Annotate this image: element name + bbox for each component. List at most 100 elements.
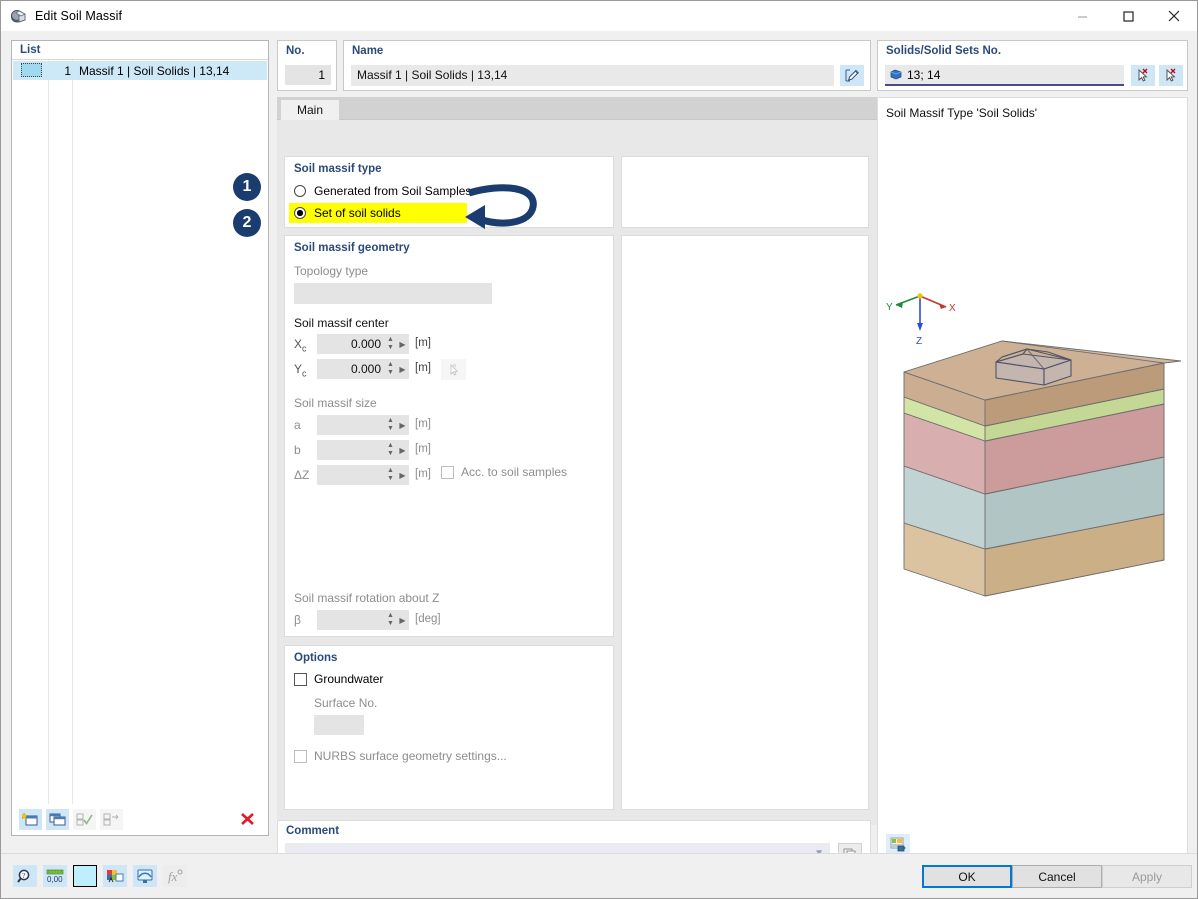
svg-text:?: ?: [22, 872, 25, 880]
color-button[interactable]: [73, 865, 97, 887]
comment-label: Comment: [286, 825, 340, 837]
yc-input[interactable]: 0.000 ▲ ▼ ▶: [317, 359, 409, 379]
radio-label: Generated from Soil Samples: [314, 184, 472, 198]
acc-to-soil-samples-checkbox[interactable]: Acc. to soil samples: [441, 465, 567, 479]
edit-name-button[interactable]: [840, 65, 864, 86]
list-item[interactable]: 1 Massif 1 | Soil Solids | 13,14: [13, 61, 267, 80]
minimize-button[interactable]: [1059, 1, 1105, 31]
soil-massif-geometry-card: Soil massif geometry Topology type Soil …: [284, 235, 614, 637]
list-header: List: [12, 41, 268, 60]
surface-no-field[interactable]: [314, 715, 364, 735]
name-input[interactable]: Massif 1 | Soil Solids | 13,14: [351, 65, 834, 86]
preview-title: Soil Massif Type 'Soil Solids': [886, 106, 1038, 120]
name-label: Name: [352, 45, 384, 57]
soil-massif-type-title: Soil massif type: [294, 163, 382, 175]
radio-icon: [294, 185, 306, 197]
delete-item-button[interactable]: [236, 809, 259, 830]
preview-panel: Soil Massif Type 'Soil Solids' X Y Z: [877, 97, 1188, 865]
list-toolbar: [13, 804, 267, 834]
a-input[interactable]: ▲ ▼ ▶: [317, 415, 409, 435]
annotation-badge-2: 2: [233, 209, 261, 237]
list-item-label: Massif 1 | Soil Solids | 13,14: [79, 63, 230, 78]
copy-item-button[interactable]: [46, 808, 69, 830]
find-button[interactable]: ?: [13, 865, 37, 887]
edit-soil-massif-dialog: Edit Soil Massif List 1 Massif 1 | Soil …: [0, 0, 1198, 899]
checkbox-icon: [441, 465, 454, 479]
display-properties-button[interactable]: [103, 865, 127, 887]
beta-label: β: [294, 613, 301, 627]
delta-z-label: ΔZ: [294, 468, 310, 482]
delta-z-more-button[interactable]: ▶: [396, 471, 409, 480]
solids-input[interactable]: 13; 14: [885, 65, 1124, 86]
rotation-label: Soil massif rotation about Z: [294, 591, 440, 605]
soil-massif-geometry-title: Soil massif geometry: [294, 242, 410, 254]
delta-z-input[interactable]: ▲ ▼ ▶: [317, 465, 409, 485]
xc-stepper[interactable]: ▲ ▼: [385, 335, 396, 353]
b-stepper[interactable]: ▲ ▼: [385, 441, 396, 459]
ok-button[interactable]: OK: [922, 865, 1012, 888]
options-card: Options Groundwater Surface No. NURBS su…: [284, 645, 614, 810]
delta-z-unit: [m]: [415, 468, 431, 480]
pick-center-button[interactable]: [441, 359, 466, 380]
a-more-button[interactable]: ▶: [396, 421, 409, 430]
name-panel: Name Massif 1 | Soil Solids | 13,14: [343, 40, 871, 91]
number-panel: No. 1: [277, 40, 337, 91]
radio-icon: [294, 207, 306, 219]
radio-label: Set of soil solids: [314, 206, 401, 220]
beta-input[interactable]: ▲ ▼ ▶: [317, 610, 409, 630]
deselect-solids-button[interactable]: [1159, 65, 1183, 86]
groundwater-checkbox[interactable]: Groundwater: [294, 672, 383, 686]
number-field[interactable]: 1: [285, 65, 331, 85]
nurbs-settings-label: NURBS surface geometry settings...: [314, 749, 507, 763]
nurbs-settings-checkbox[interactable]: NURBS surface geometry settings...: [294, 749, 507, 763]
xc-label: Xc: [294, 337, 307, 354]
pick-solids-button[interactable]: [1131, 65, 1155, 86]
tab-main[interactable]: Main: [281, 100, 339, 120]
svg-text:0,00: 0,00: [47, 875, 63, 884]
list-column-divider-1: [48, 60, 49, 820]
topology-type-field[interactable]: [294, 283, 492, 304]
beta-unit: [deg]: [415, 613, 441, 625]
svg-text:Y: Y: [886, 302, 893, 313]
middle-panel-top: [621, 156, 869, 228]
acc-to-soil-samples-label: Acc. to soil samples: [461, 465, 568, 479]
solids-value: 13; 14: [907, 67, 941, 82]
surface-no-label: Surface No.: [314, 696, 378, 710]
b-unit: [m]: [415, 443, 431, 455]
title-bar: Edit Soil Massif: [1, 1, 1197, 31]
soil-massif-3d-preview: [903, 340, 1181, 597]
a-stepper[interactable]: ▲ ▼: [385, 416, 396, 434]
view-button[interactable]: [133, 865, 157, 887]
select-all-button[interactable]: [73, 808, 96, 830]
yc-more-button[interactable]: ▶: [396, 365, 409, 374]
list-panel: List 1 Massif 1 | Soil Solids | 13,14: [11, 40, 269, 836]
beta-more-button[interactable]: ▶: [396, 616, 409, 625]
b-label: b: [294, 443, 301, 457]
annotation-badge-1: 1: [233, 173, 261, 201]
b-input[interactable]: ▲ ▼ ▶: [317, 440, 409, 460]
delta-z-stepper[interactable]: ▲ ▼: [385, 466, 396, 484]
cancel-button[interactable]: Cancel: [1012, 865, 1102, 888]
radio-set-of-soil-solids[interactable]: Set of soil solids: [289, 203, 467, 223]
beta-stepper[interactable]: ▲ ▼: [385, 611, 396, 629]
units-button[interactable]: 0,00: [43, 865, 67, 887]
xc-more-button[interactable]: ▶: [396, 340, 409, 349]
soil-massif-size-label: Soil massif size: [294, 396, 377, 410]
maximize-button[interactable]: [1105, 1, 1151, 31]
a-unit: [m]: [415, 418, 431, 430]
options-title: Options: [294, 652, 338, 664]
list-item-color-swatch[interactable]: [21, 63, 42, 77]
invert-selection-button[interactable]: [100, 808, 123, 830]
apply-button[interactable]: Apply: [1102, 865, 1192, 888]
yc-stepper[interactable]: ▲ ▼: [385, 360, 396, 378]
b-more-button[interactable]: ▶: [396, 446, 409, 455]
new-item-button[interactable]: [19, 808, 42, 830]
topology-type-label: Topology type: [294, 264, 369, 278]
soil-massif-type-card: Soil massif type Generated from Soil Sam…: [284, 156, 614, 228]
formula-button[interactable]: fx: [163, 865, 187, 887]
close-button[interactable]: [1151, 1, 1197, 31]
groundwater-label: Groundwater: [314, 672, 384, 686]
svg-text:fx: fx: [168, 869, 178, 884]
radio-generated-from-soil-samples[interactable]: Generated from Soil Samples: [294, 181, 471, 201]
xc-input[interactable]: 0.000 ▲ ▼ ▶: [317, 334, 409, 354]
